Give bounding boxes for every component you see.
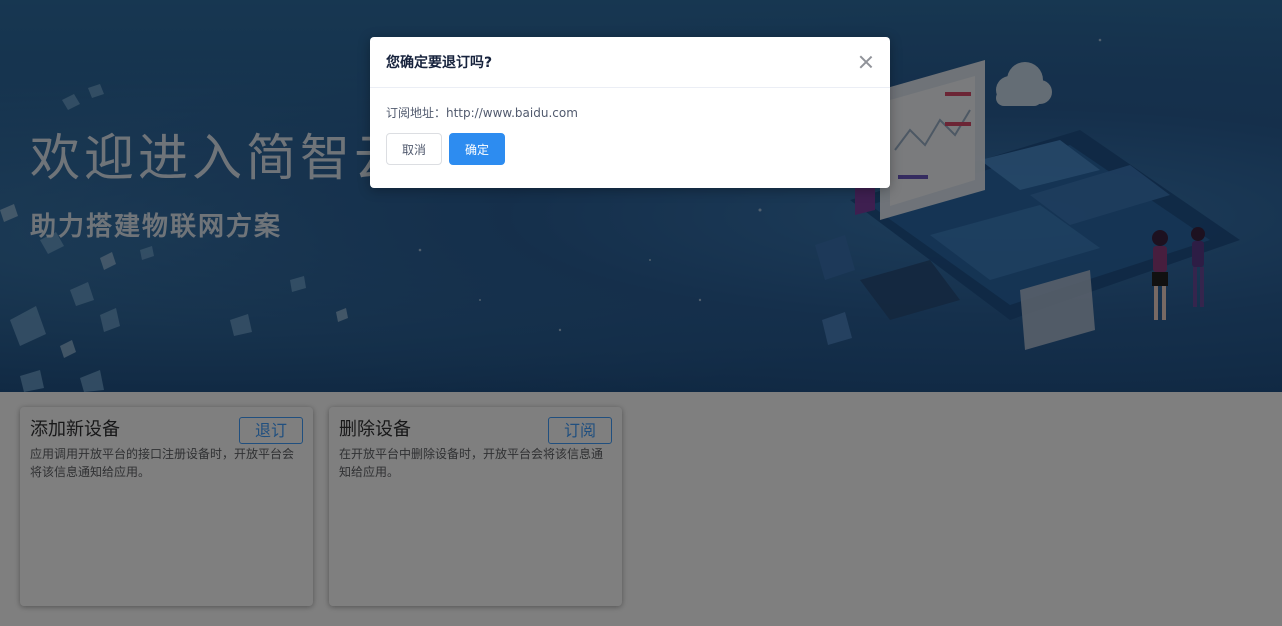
subscription-address-text: 订阅地址：http://www.baidu.com — [386, 106, 578, 120]
dialog-body: 订阅地址：http://www.baidu.com 取消 确定 — [370, 88, 890, 165]
dialog-header: 您确定要退订吗? — [370, 37, 890, 88]
confirm-button[interactable]: 确定 — [449, 133, 505, 165]
dialog-actions: 取消 确定 — [386, 133, 874, 165]
confirm-dialog: 您确定要退订吗? 订阅地址：http://www.baidu.com 取消 确定 — [370, 37, 890, 188]
dialog-title: 您确定要退订吗? — [386, 55, 493, 71]
close-icon[interactable] — [858, 54, 874, 70]
cancel-button[interactable]: 取消 — [386, 133, 442, 165]
